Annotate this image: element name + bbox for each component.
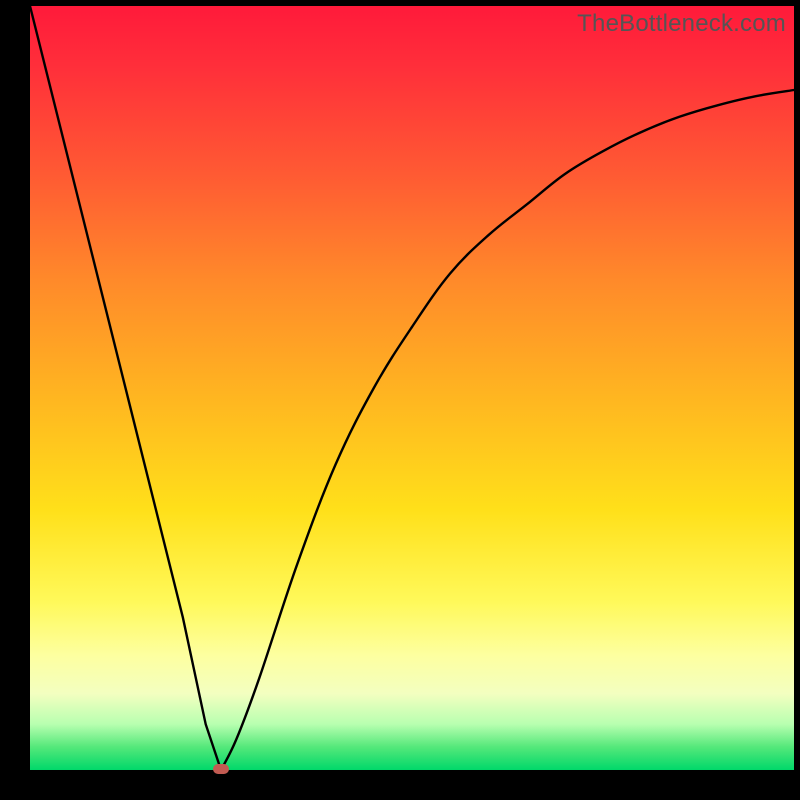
chart-frame: TheBottleneck.com [0,0,800,800]
bottleneck-curve [30,6,794,770]
valley-marker [213,764,229,774]
curve-path [30,6,794,770]
plot-area: TheBottleneck.com [30,6,794,770]
